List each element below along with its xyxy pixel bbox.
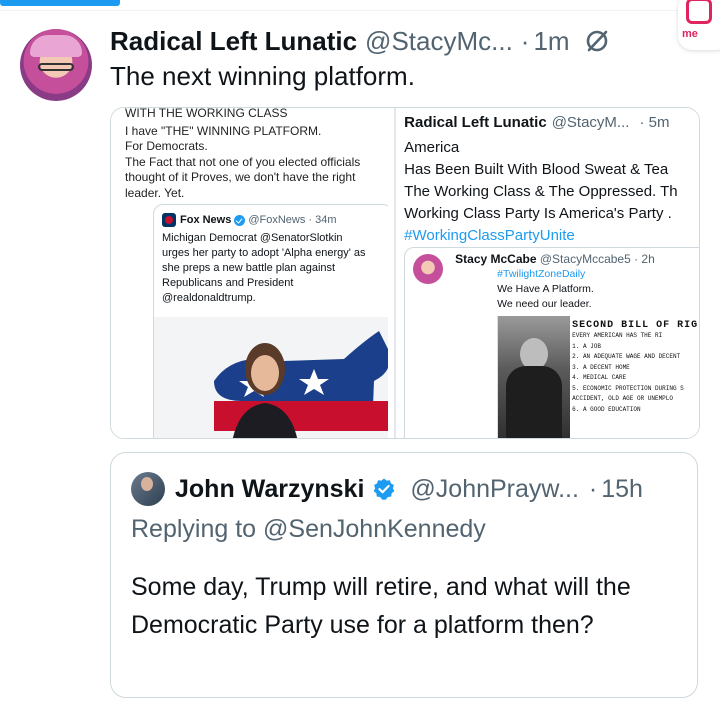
divider: [0, 10, 720, 11]
hashtag: #WorkingClassPartyUnite: [404, 227, 575, 244]
quoted-tweet-text: Some day, Trump will retire, and what wi…: [131, 573, 631, 639]
media-image-right[interactable]: Radical Left Lunatic @StacyM... · 5m Ame…: [402, 108, 699, 438]
person-photo: [232, 343, 298, 438]
app-badge-text: me: [682, 28, 698, 40]
post-time[interactable]: 1m: [533, 26, 569, 57]
image-text-block: WITH THE WORKING CLASS I have "THE" WINN…: [125, 108, 361, 200]
screenshot-header: Radical Left Lunatic @StacyM... · 5m: [404, 114, 670, 131]
media-divider: [394, 108, 397, 438]
historic-photo: [498, 316, 571, 438]
card-body: Michigan Democrat @SenatorSlotkin urges …: [162, 232, 366, 304]
separator-dot: ·: [588, 474, 598, 503]
quoted-tweet[interactable]: John Warzynski @JohnPrayw... · 15h Reply…: [110, 452, 698, 698]
screenshot-body: America Has Been Built With Blood Sweat …: [404, 137, 677, 247]
post-header: Radical Left Lunatic @StacyMc... · 1m: [110, 24, 610, 58]
quoted-author-name[interactable]: John Warzynski: [175, 475, 364, 504]
document-text: SECOND BILL OF RIG EVERY AMERICAN HAS TH…: [572, 320, 699, 413]
quoted-author-avatar[interactable]: [131, 472, 165, 506]
quoted-author-handle[interactable]: @JohnPrayw...: [410, 475, 579, 504]
grok-icon[interactable]: [584, 28, 610, 54]
author-name[interactable]: Radical Left Lunatic: [110, 26, 357, 57]
media-image-left[interactable]: WITH THE WORKING CLASS I have "THE" WINN…: [111, 108, 389, 438]
verified-badge-icon: [234, 214, 246, 226]
app-logo-icon: [686, 0, 712, 24]
card-source-name: Fox News: [180, 214, 232, 226]
card-photo: [154, 317, 389, 438]
quoted-time[interactable]: 15h: [601, 475, 643, 504]
quoted-tweet-header: John Warzynski @JohnPrayw... · 15h: [131, 472, 643, 506]
verified-badge-icon: [374, 478, 395, 500]
app-badge[interactable]: me: [678, 0, 720, 50]
post-text: The next winning platform.: [110, 61, 415, 91]
foxnews-logo-icon: [162, 213, 176, 227]
bill-of-rights-image: SECOND BILL OF RIG EVERY AMERICAN HAS TH…: [497, 316, 699, 438]
card-source-handle: @FoxNews · 34m: [248, 214, 337, 226]
quote-avatar: [413, 254, 444, 284]
media-grid[interactable]: WITH THE WORKING CLASS I have "THE" WINN…: [110, 107, 700, 439]
author-avatar[interactable]: [20, 29, 92, 101]
replying-to: Replying to @SenJohnKennedy: [131, 515, 486, 543]
author-handle[interactable]: @StacyMc...: [365, 26, 513, 57]
screenshot-quote-card: Stacy McCabe @StacyMccabe5 · 2h #Twiligh…: [404, 247, 699, 438]
separator-dot: ·: [520, 25, 530, 56]
active-tab-indicator: [0, 0, 120, 6]
embedded-news-card: Fox News @FoxNews · 34m Michigan Democra…: [153, 204, 389, 438]
